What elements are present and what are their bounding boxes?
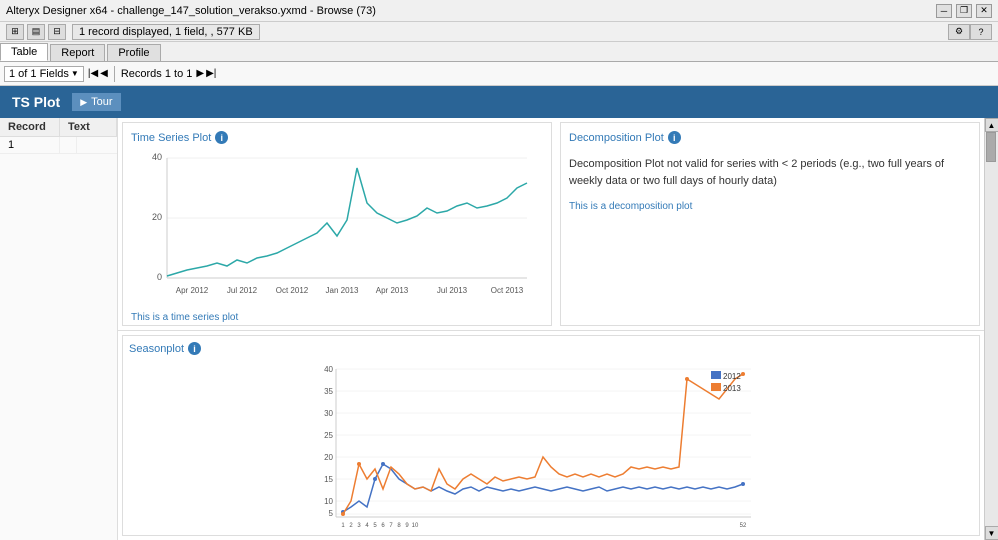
svg-text:Apr 2012: Apr 2012 bbox=[176, 286, 209, 295]
restore-button[interactable]: ❐ bbox=[956, 4, 972, 18]
nav-bar: 1 of 1 Fields ▼ |◀ ◀ Records 1 to 1 ▶ ▶| bbox=[0, 62, 998, 86]
ts-info-icon[interactable]: i bbox=[215, 131, 228, 144]
tour-button[interactable]: ▶ Tour bbox=[72, 93, 120, 111]
tab-profile[interactable]: Profile bbox=[107, 44, 160, 61]
svg-text:5: 5 bbox=[329, 509, 334, 518]
main-content: Record Text 1 Time Series Plot i 40 bbox=[0, 118, 998, 540]
grid-icon[interactable]: ⊞ bbox=[6, 24, 24, 40]
svg-text:35: 35 bbox=[324, 387, 333, 396]
svg-text:Oct 2012: Oct 2012 bbox=[276, 286, 309, 295]
fields-select[interactable]: 1 of 1 Fields ▼ bbox=[4, 66, 84, 82]
scroll-up-arrow[interactable]: ▲ bbox=[985, 118, 998, 132]
tabs-bar: Table Report Profile bbox=[0, 42, 998, 62]
seasonplot-info-icon[interactable]: i bbox=[188, 342, 201, 355]
tour-label: Tour bbox=[91, 96, 112, 108]
dropdown-icon[interactable]: ▼ bbox=[71, 69, 79, 78]
record-column-header: Record bbox=[0, 118, 60, 136]
bottom-charts: Seasonplot i 40 35 30 25 20 15 10 5 bbox=[118, 330, 984, 540]
column-headers: Record Text bbox=[0, 118, 117, 137]
table-row: 1 bbox=[0, 137, 117, 154]
next-button[interactable]: ▶ bbox=[196, 68, 204, 79]
time-series-chart: 40 20 0 Apr 2012 Jul 2 bbox=[131, 148, 543, 308]
svg-text:30: 30 bbox=[324, 409, 333, 418]
layout-icon[interactable]: ⊟ bbox=[48, 24, 66, 40]
svg-text:0: 0 bbox=[157, 272, 162, 282]
svg-text:6: 6 bbox=[381, 523, 385, 529]
svg-text:25: 25 bbox=[324, 431, 333, 440]
svg-text:Jul 2013: Jul 2013 bbox=[437, 286, 468, 295]
svg-text:8: 8 bbox=[397, 523, 401, 529]
svg-text:Apr 2013: Apr 2013 bbox=[376, 286, 409, 295]
charts-panel: Time Series Plot i 40 20 0 bbox=[118, 118, 984, 540]
last-button[interactable]: ▶| bbox=[206, 68, 216, 79]
svg-text:7: 7 bbox=[389, 523, 393, 529]
svg-text:2013: 2013 bbox=[723, 384, 741, 393]
nav-divider bbox=[114, 66, 115, 82]
close-button[interactable]: ✕ bbox=[976, 4, 992, 18]
settings-icon[interactable]: ⚙ bbox=[948, 24, 970, 40]
ts-plot-title: TS Plot bbox=[12, 94, 60, 110]
decomp-title: Decomposition Plot i bbox=[569, 131, 971, 144]
window-title: Alteryx Designer x64 - challenge_147_sol… bbox=[6, 5, 376, 17]
seasonplot-title: Seasonplot i bbox=[129, 342, 973, 355]
ts-plot-header: TS Plot ▶ Tour bbox=[0, 86, 998, 118]
scroll-track[interactable] bbox=[985, 132, 998, 526]
svg-text:15: 15 bbox=[324, 475, 333, 484]
svg-text:2012: 2012 bbox=[723, 372, 741, 381]
toolbar-icons[interactable]: ⊞ ▤ ⊟ bbox=[6, 24, 66, 40]
svg-text:20: 20 bbox=[152, 212, 162, 222]
svg-text:Jul 2012: Jul 2012 bbox=[227, 286, 258, 295]
time-series-panel: Time Series Plot i 40 20 0 bbox=[122, 122, 552, 326]
time-series-title: Time Series Plot i bbox=[131, 131, 543, 144]
fields-label: 1 of 1 Fields bbox=[9, 68, 69, 80]
play-icon: ▶ bbox=[80, 97, 87, 108]
nav-controls[interactable]: |◀ ◀ bbox=[88, 68, 108, 79]
scroll-thumb[interactable] bbox=[986, 132, 996, 162]
table-icon[interactable]: ▤ bbox=[27, 24, 45, 40]
window-controls[interactable]: ─ ❐ ✕ bbox=[936, 4, 992, 18]
decomposition-panel: Decomposition Plot i Decomposition Plot … bbox=[560, 122, 980, 326]
records-label: Records 1 to 1 bbox=[121, 68, 193, 80]
svg-text:Jan 2013: Jan 2013 bbox=[326, 286, 359, 295]
scroll-down-arrow[interactable]: ▼ bbox=[985, 526, 998, 540]
svg-text:2: 2 bbox=[349, 523, 353, 529]
ts-chart-note: This is a time series plot bbox=[131, 312, 543, 323]
tab-report[interactable]: Report bbox=[50, 44, 105, 61]
text-column-header: Text bbox=[60, 118, 117, 136]
svg-text:20: 20 bbox=[324, 453, 333, 462]
minimize-button[interactable]: ─ bbox=[936, 4, 952, 18]
scrollbar[interactable]: ▲ ▼ bbox=[984, 118, 998, 540]
svg-text:Oct 2013: Oct 2013 bbox=[491, 286, 524, 295]
title-bar: Alteryx Designer x64 - challenge_147_sol… bbox=[0, 0, 998, 22]
info-text: 1 record displayed, 1 field, , 577 KB bbox=[72, 24, 260, 40]
record-cell: 1 bbox=[0, 137, 60, 153]
decomp-note: This is a decomposition plot bbox=[569, 201, 971, 212]
svg-text:10: 10 bbox=[324, 497, 333, 506]
tab-table[interactable]: Table bbox=[0, 43, 48, 61]
svg-text:40: 40 bbox=[152, 152, 162, 162]
text-cell bbox=[60, 137, 77, 153]
info-bar: ⊞ ▤ ⊟ 1 record displayed, 1 field, , 577… bbox=[0, 22, 998, 42]
record-panel: Record Text 1 bbox=[0, 118, 118, 540]
svg-text:52: 52 bbox=[740, 523, 747, 529]
svg-text:1: 1 bbox=[341, 523, 345, 529]
svg-text:3: 3 bbox=[357, 523, 361, 529]
svg-text:10: 10 bbox=[412, 523, 419, 529]
svg-text:4: 4 bbox=[365, 523, 369, 529]
svg-text:5: 5 bbox=[373, 523, 377, 529]
svg-text:40: 40 bbox=[324, 365, 333, 374]
svg-text:9: 9 bbox=[405, 523, 409, 529]
help-icon[interactable]: ? bbox=[970, 24, 992, 40]
decomp-message: Decomposition Plot not valid for series … bbox=[569, 156, 971, 189]
first-button[interactable]: |◀ bbox=[88, 68, 98, 79]
prev-button[interactable]: ◀ bbox=[100, 68, 108, 79]
decomp-info-icon[interactable]: i bbox=[668, 131, 681, 144]
seasonplot-panel: Seasonplot i 40 35 30 25 20 15 10 5 bbox=[122, 335, 980, 536]
nav-next-controls[interactable]: ▶ ▶| bbox=[196, 68, 216, 79]
